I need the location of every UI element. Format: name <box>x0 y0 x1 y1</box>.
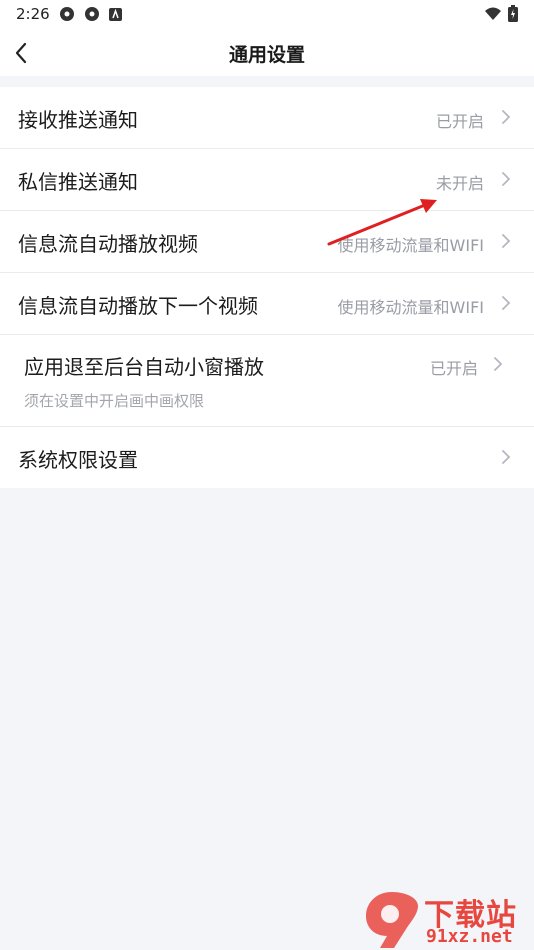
watermark-logo-icon <box>366 892 418 948</box>
wifi-icon <box>485 7 501 20</box>
annotation-arrow-icon <box>327 199 437 246</box>
setting-value: 使用移动流量和WIFI <box>337 298 484 317</box>
nav-bar: 通用设置 <box>0 30 534 76</box>
setting-system-permissions[interactable]: 系统权限设置 <box>0 427 534 488</box>
status-bar: 2:26 <box>0 0 534 30</box>
chevron-right-icon <box>502 296 511 310</box>
status-time: 2:26 <box>16 5 50 23</box>
app-notification-icon <box>60 7 74 21</box>
app-notification-icon <box>109 8 122 21</box>
chevron-right-icon <box>494 357 503 371</box>
setting-background-mini-window[interactable]: 应用退至后台自动小窗播放 须在设置中开启画中画权限 已开启 <box>0 335 534 427</box>
watermark-logo: 下载站 91xz.net <box>362 888 534 950</box>
setting-feed-autoplay[interactable]: 信息流自动播放视频 使用移动流量和WIFI <box>0 211 534 273</box>
setting-subtitle: 须在设置中开启画中画权限 <box>24 392 205 410</box>
setting-value: 已开启 <box>429 359 478 378</box>
app-notification-icon <box>85 7 99 21</box>
settings-list: 接收推送通知 已开启 私信推送通知 未开启 信息流自动播放视频 使用移动流量和W… <box>0 87 534 488</box>
setting-feed-autoplay-next[interactable]: 信息流自动播放下一个视频 使用移动流量和WIFI <box>0 273 534 335</box>
setting-private-message-push[interactable]: 私信推送通知 未开启 <box>0 149 534 211</box>
battery-icon <box>508 5 518 22</box>
setting-label: 应用退至后台自动小窗播放 <box>24 355 264 379</box>
setting-label: 私信推送通知 <box>18 170 138 194</box>
chevron-right-icon <box>502 234 511 248</box>
chevron-right-icon <box>502 450 511 464</box>
setting-receive-push[interactable]: 接收推送通知 已开启 <box>0 87 534 149</box>
chevron-right-icon <box>502 172 511 186</box>
chevron-right-icon <box>502 110 511 124</box>
setting-label: 信息流自动播放视频 <box>18 232 198 256</box>
setting-label: 系统权限设置 <box>18 448 138 472</box>
page-title: 通用设置 <box>228 44 305 66</box>
setting-label: 信息流自动播放下一个视频 <box>18 294 258 318</box>
setting-label: 接收推送通知 <box>18 108 138 132</box>
setting-value: 已开启 <box>435 112 484 131</box>
watermark-url: 91xz.net <box>426 926 513 947</box>
setting-value: 未开启 <box>435 174 484 193</box>
